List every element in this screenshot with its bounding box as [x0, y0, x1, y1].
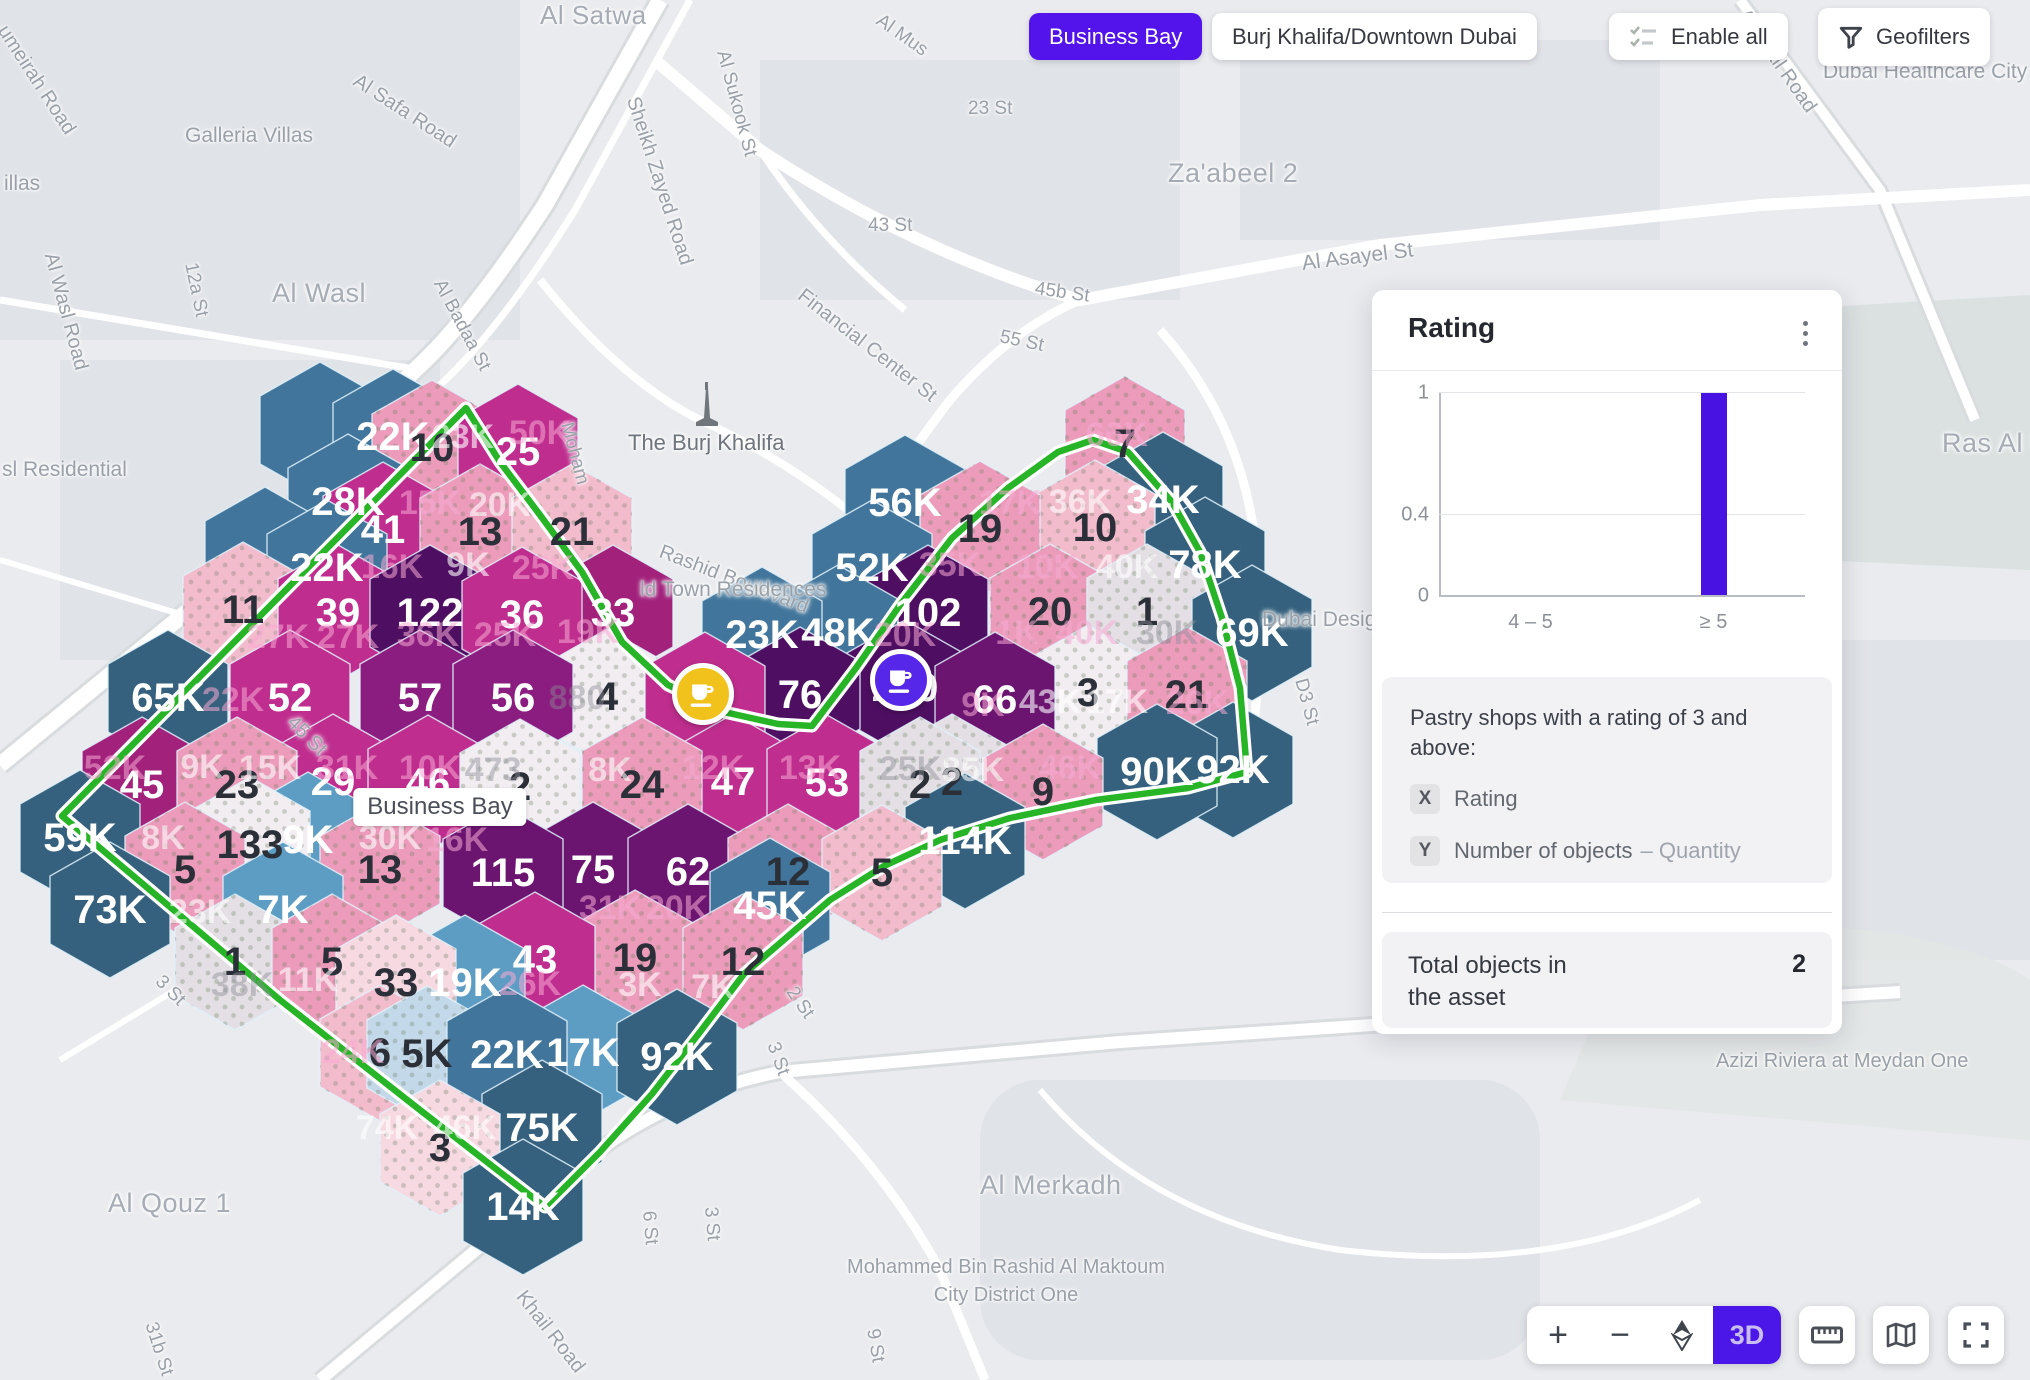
total-label-line2: the asset: [1408, 982, 1806, 1014]
checklist-icon: [1629, 24, 1659, 50]
chart-ytick: 0: [1418, 585, 1429, 608]
toggle-3d-button[interactable]: 3D: [1713, 1306, 1781, 1364]
zoom-out-button[interactable]: −: [1589, 1306, 1651, 1364]
chip-label: Business Bay: [1049, 24, 1182, 50]
map-icon: [1886, 1322, 1916, 1348]
kebab-menu-icon[interactable]: [1790, 316, 1820, 350]
compass-icon[interactable]: [1651, 1306, 1713, 1364]
total-value: 2: [1792, 950, 1806, 979]
x-axis-label: Rating: [1454, 786, 1518, 812]
x-axis-legend: X Rating: [1410, 784, 1804, 814]
basemap-button[interactable]: [1873, 1306, 1929, 1364]
y-axis-label: Number of objects: [1454, 838, 1633, 864]
chart-gridline: [1439, 392, 1805, 393]
chart-description-box: Pastry shops with a rating of 3 and abov…: [1382, 677, 1832, 883]
chart-ytick: 1: [1418, 382, 1429, 405]
chart-description: Pastry shops with a rating of 3 and abov…: [1410, 703, 1804, 762]
ruler-button[interactable]: [1799, 1306, 1855, 1364]
cafe-marker-yellow[interactable]: [672, 663, 734, 725]
y-axis-legend: Y Number of objects – Quantity: [1410, 836, 1804, 866]
ruler-icon: [1811, 1324, 1843, 1346]
geofilters-button[interactable]: Geofilters: [1818, 8, 1990, 66]
x-badge: X: [1410, 784, 1440, 814]
map-zoom-controls: + − 3D: [1527, 1306, 1781, 1364]
cafe-marker-purple[interactable]: [870, 649, 932, 711]
chart-xtick: 4 – 5: [1508, 611, 1552, 634]
chip-label: Geofilters: [1876, 24, 1970, 50]
chart-xtick: ≥ 5: [1700, 611, 1728, 634]
chip-business-bay[interactable]: Business Bay: [1029, 13, 1202, 60]
enable-all-button[interactable]: Enable all: [1609, 13, 1788, 60]
divider: [1372, 370, 1842, 371]
x-axis: [1439, 595, 1805, 597]
chip-burj-khalifa-downtown[interactable]: Burj Khalifa/Downtown Dubai: [1212, 13, 1537, 60]
total-objects-box: Total objects in the asset 2: [1382, 932, 1832, 1028]
rating-widget-panel: Rating 00.414 – 5≥ 5 Pastry shops with a…: [1372, 290, 1842, 1034]
chart-bar[interactable]: [1701, 393, 1727, 595]
total-label-line1: Total objects in: [1408, 950, 1806, 982]
zoom-in-button[interactable]: +: [1527, 1306, 1589, 1364]
panel-title: Rating: [1408, 312, 1495, 344]
chip-label: Enable all: [1671, 24, 1768, 50]
y-axis-sublabel: – Quantity: [1641, 838, 1741, 864]
y-axis: [1439, 393, 1441, 597]
chart-ytick: 0.4: [1401, 504, 1429, 527]
rating-bar-chart: 00.414 – 5≥ 5: [1439, 393, 1805, 597]
chip-label: Burj Khalifa/Downtown Dubai: [1232, 24, 1517, 50]
divider: [1382, 912, 1832, 913]
chart-gridline: [1439, 514, 1805, 515]
funnel-icon: [1838, 24, 1864, 50]
y-badge: Y: [1410, 836, 1440, 866]
fullscreen-button[interactable]: [1948, 1306, 2004, 1364]
fullscreen-icon: [1963, 1322, 1989, 1348]
